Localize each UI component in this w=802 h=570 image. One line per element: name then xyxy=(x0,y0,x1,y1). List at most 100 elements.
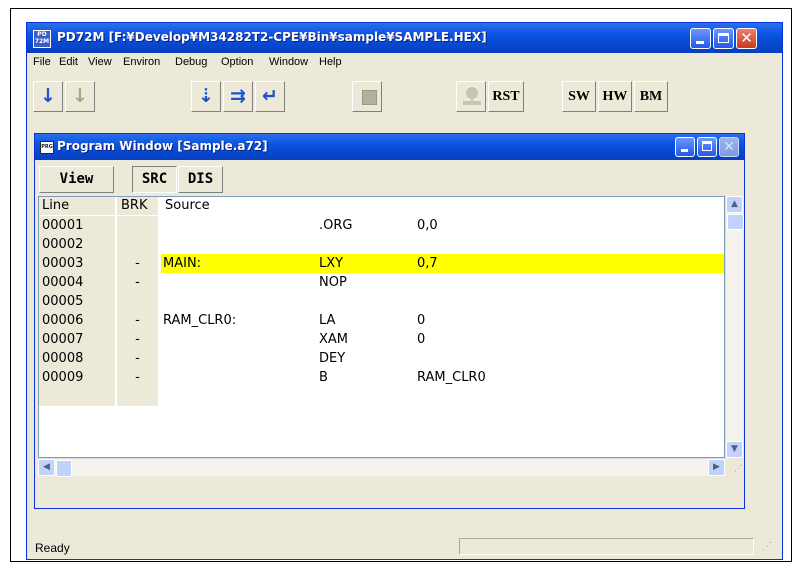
scroll-up-button[interactable]: ▲ xyxy=(726,196,743,213)
label-cell: RAM_CLR0: xyxy=(163,313,237,328)
menu-window[interactable]: Window xyxy=(269,56,308,68)
line-number-cell: 00008 xyxy=(39,349,115,368)
app-icon: PD 72M xyxy=(33,30,51,48)
vertical-scrollbar[interactable]: ▲ ▼ xyxy=(725,196,744,458)
table-row[interactable] xyxy=(39,387,724,406)
step-over-button[interactable]: ⇉ xyxy=(223,81,253,112)
program-window: PRG Program Window [Sample.a72] ✕ View S… xyxy=(34,133,745,509)
menu-option[interactable]: Option xyxy=(221,56,253,68)
program-window-icon: PRG xyxy=(40,141,54,154)
breakpoint-cell[interactable]: - xyxy=(117,349,158,368)
menu-edit[interactable]: Edit xyxy=(59,56,78,68)
breakpoint-cell[interactable] xyxy=(117,235,158,254)
status-pane xyxy=(459,538,754,555)
arrow-down-icon: ↓ xyxy=(40,85,56,107)
return-icon: ↵ xyxy=(262,85,278,107)
resize-grip-icon[interactable]: ⋰ xyxy=(725,458,742,475)
table-row[interactable]: 00005 xyxy=(39,292,724,311)
view-tab-bar: View SRC DIS xyxy=(35,160,744,196)
toolbar: ↓ ↓ ⇣ ⇉ ↵ RST SW HW BM xyxy=(29,75,779,119)
menu-file[interactable]: File xyxy=(33,56,51,68)
return-button[interactable]: ↵ xyxy=(255,81,285,112)
program-maximize-button[interactable] xyxy=(697,137,717,157)
rst-button[interactable]: RST xyxy=(488,81,524,112)
go-button[interactable]: ↓ xyxy=(33,81,63,112)
window-resize-grip-icon[interactable]: ⋰ xyxy=(762,541,772,552)
table-row[interactable]: 00002 xyxy=(39,235,724,254)
scroll-left-button[interactable]: ◀ xyxy=(38,459,55,476)
breakpoint-button[interactable] xyxy=(456,81,486,112)
line-number-cell: 00009 xyxy=(39,368,115,387)
minimize-icon xyxy=(681,149,688,152)
table-row[interactable]: 00006- RAM_CLR0: LA 0 xyxy=(39,311,724,330)
menu-view[interactable]: View xyxy=(88,56,112,68)
main-window: PD 72M PD72M [F:¥Develop¥M34282T2-CPE¥Bi… xyxy=(26,22,783,560)
program-window-title-bar[interactable]: PRG Program Window [Sample.a72] ✕ xyxy=(35,134,744,160)
breakpoint-cell[interactable]: - xyxy=(117,254,158,273)
tab-src[interactable]: SRC xyxy=(132,166,177,193)
step-in-icon: ⇣ xyxy=(198,85,214,107)
tab-dis[interactable]: DIS xyxy=(178,166,223,193)
bm-button[interactable]: BM xyxy=(634,81,668,112)
hw-button[interactable]: HW xyxy=(598,81,632,112)
go-disabled-button[interactable]: ↓ xyxy=(65,81,95,112)
table-row[interactable]: 00004- NOP xyxy=(39,273,724,292)
status-text: Ready xyxy=(35,541,70,555)
menu-help[interactable]: Help xyxy=(319,56,342,68)
opcode-cell: DEY xyxy=(319,351,346,366)
operand-cell: RAM_CLR0 xyxy=(417,370,486,385)
menu-debug[interactable]: Debug xyxy=(175,56,207,68)
breakpoint-cell[interactable] xyxy=(117,292,158,311)
scroll-down-button[interactable]: ▼ xyxy=(726,441,743,458)
minimize-button[interactable] xyxy=(690,28,711,49)
operand-cell: 0,7 xyxy=(417,256,438,271)
program-window-title: Program Window [Sample.a72] xyxy=(57,139,268,153)
maximize-icon xyxy=(702,141,712,151)
breakpoint-cell[interactable]: - xyxy=(117,311,158,330)
breakpoint-cell[interactable]: - xyxy=(117,368,158,387)
breakpoint-cell[interactable] xyxy=(117,387,158,406)
stop-button[interactable] xyxy=(352,81,382,112)
program-minimize-button[interactable] xyxy=(675,137,695,157)
close-icon: ✕ xyxy=(740,29,753,47)
breakpoint-cell[interactable]: - xyxy=(117,273,158,292)
breakpoint-cell[interactable] xyxy=(117,216,158,235)
line-number-cell: 00005 xyxy=(39,292,115,311)
table-row[interactable]: 00003- MAIN: LXY 0,7 xyxy=(39,254,724,273)
table-row[interactable]: 00007- XAM 0 xyxy=(39,330,724,349)
line-number-cell: 00007 xyxy=(39,330,115,349)
vertical-scroll-thumb[interactable] xyxy=(727,214,744,230)
sw-button[interactable]: SW xyxy=(562,81,596,112)
program-close-button[interactable]: ✕ xyxy=(719,137,739,157)
line-number-cell xyxy=(39,387,115,406)
chevron-up-icon: ▲ xyxy=(731,199,738,209)
window-title: PD72M [F:¥Develop¥M34282T2-CPE¥Bin¥sampl… xyxy=(57,30,487,44)
line-number-cell: 00004 xyxy=(39,273,115,292)
horizontal-scroll-thumb[interactable] xyxy=(56,460,72,477)
column-header-source[interactable]: Source xyxy=(165,198,210,213)
line-number-cell: 00001 xyxy=(39,216,115,235)
close-button[interactable]: ✕ xyxy=(736,28,757,49)
column-header-line[interactable]: Line xyxy=(42,198,69,213)
table-row[interactable]: 00009- B RAM_CLR0 xyxy=(39,368,724,387)
table-row[interactable]: 00008- DEY xyxy=(39,349,724,368)
menu-environ[interactable]: Environ xyxy=(123,56,160,68)
column-header-brk[interactable]: BRK xyxy=(121,198,147,213)
grid-header: Line BRK Source xyxy=(39,197,724,215)
opcode-cell: NOP xyxy=(319,275,347,290)
source-grid[interactable]: Line BRK Source 00001 .ORG 0,0 00002 00003- M… xyxy=(38,196,725,458)
maximize-button[interactable] xyxy=(713,28,734,49)
title-bar[interactable]: PD 72M PD72M [F:¥Develop¥M34282T2-CPE¥Bi… xyxy=(27,23,782,53)
sw-label: SW xyxy=(568,89,590,104)
scroll-right-button[interactable]: ▶ xyxy=(708,459,725,476)
menu-bar: File Edit View Environ Debug Option Wind… xyxy=(27,53,782,73)
step-button[interactable]: ⇣ xyxy=(191,81,221,112)
step-over-icon: ⇉ xyxy=(230,85,246,107)
table-row[interactable]: 00001 .ORG 0,0 xyxy=(39,216,724,235)
view-button[interactable]: View xyxy=(39,166,114,193)
breakpoint-cell[interactable]: - xyxy=(117,330,158,349)
current-line-highlight xyxy=(161,254,724,273)
chevron-left-icon: ◀ xyxy=(43,462,50,472)
bm-label: BM xyxy=(639,89,663,104)
horizontal-scrollbar[interactable]: ◀ ▶ xyxy=(38,458,725,477)
